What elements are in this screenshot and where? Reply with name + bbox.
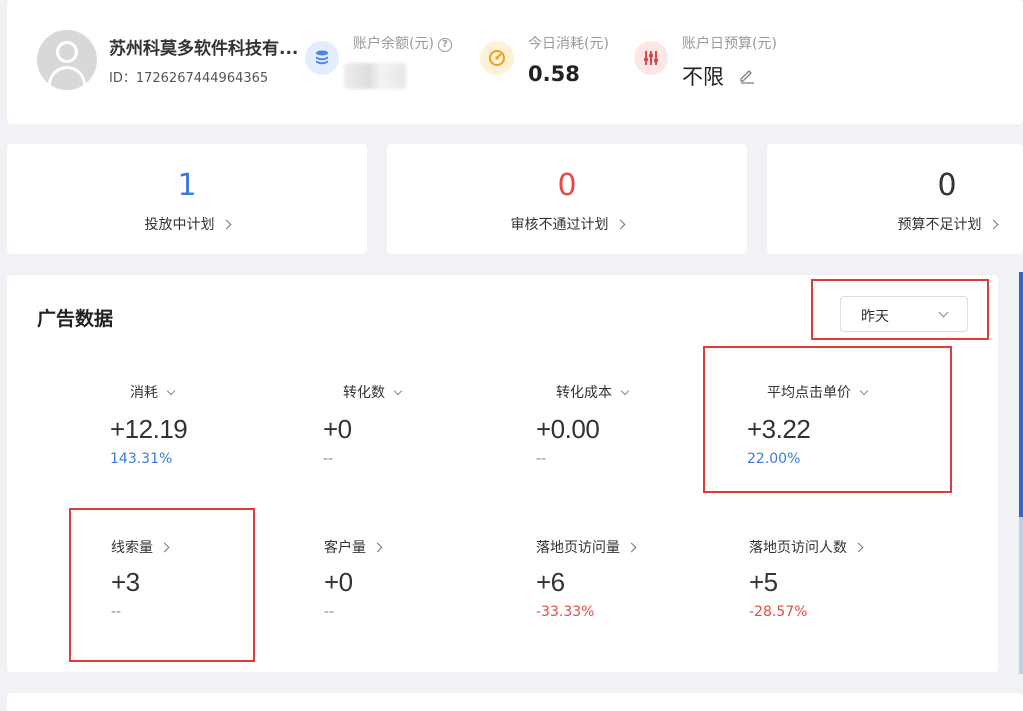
metric-spend[interactable]: 消耗 +12.19 143.31% — [110, 382, 300, 467]
chevron-right-icon — [853, 542, 864, 553]
active-plan-count: 1 — [177, 168, 197, 203]
scroll-indicator — [1019, 272, 1023, 517]
metric-change: -28.57% — [749, 604, 808, 620]
active-plan-label: 投放中计划 — [144, 217, 215, 233]
metric-change: -- — [323, 451, 334, 467]
summary-card-active[interactable]: 1 投放中计划 — [7, 144, 367, 254]
help-icon[interactable]: ? — [437, 38, 452, 52]
budget-plan-count: 0 — [937, 168, 957, 203]
metric-label: 转化成本 — [556, 385, 612, 401]
rejected-plan-label: 审核不通过计划 — [510, 217, 609, 233]
metric-change: -- — [324, 604, 335, 620]
chevron-down-icon — [166, 386, 176, 396]
metric-change: -- — [536, 451, 547, 467]
metric-value: +12.19 — [110, 414, 188, 444]
daily-budget-value: 不限 — [682, 65, 724, 89]
metric-label: 客户量 — [324, 540, 366, 556]
metric-conversions[interactable]: 转化数 +0 -- — [323, 382, 513, 467]
database-icon — [305, 41, 339, 75]
gauge-icon — [480, 41, 514, 75]
rejected-plan-count: 0 — [557, 168, 577, 203]
metric-value: +0 — [324, 567, 353, 597]
chevron-down-icon — [393, 386, 403, 396]
budget-plan-label: 预算不足计划 — [897, 217, 982, 233]
account-id: ID：1726267444964365 — [109, 71, 269, 86]
chevron-right-icon — [988, 219, 998, 230]
metric-customers[interactable]: 客户量 +0 -- — [324, 537, 514, 620]
avatar — [37, 30, 97, 90]
highlight-box-avg-cpc — [703, 346, 952, 493]
highlight-box-leads — [69, 508, 255, 662]
chevron-right-icon — [372, 542, 383, 553]
chevron-right-icon — [615, 219, 625, 230]
user-icon — [56, 41, 78, 63]
metric-label: 落地页访问人数 — [749, 540, 847, 556]
highlight-box-period — [811, 279, 989, 340]
daily-budget-label: 账户日预算(元) — [682, 36, 777, 52]
bottom-card — [7, 693, 1023, 711]
metric-landing-visitors[interactable]: 落地页访问人数 +5 -28.57% — [749, 537, 939, 620]
metric-change: -33.33% — [536, 604, 595, 620]
metric-value: +6 — [536, 567, 565, 597]
metric-value: +0 — [323, 414, 352, 444]
summary-card-rejected[interactable]: 0 审核不通过计划 — [387, 144, 747, 254]
today-spend-value: 0.58 — [528, 62, 580, 86]
company-name: 苏州科莫多软件科技有... — [109, 39, 299, 59]
chevron-right-icon — [626, 542, 637, 553]
metric-value: +5 — [749, 567, 778, 597]
balance-value-hidden — [344, 63, 406, 89]
metric-label: 落地页访问量 — [536, 540, 620, 556]
summary-card-budget[interactable]: 0 预算不足计划 — [767, 144, 1023, 254]
metric-label: 转化数 — [343, 385, 385, 401]
metric-change: 143.31% — [110, 451, 173, 467]
edit-icon[interactable] — [738, 66, 756, 88]
today-spend-label: 今日消耗(元) — [528, 36, 609, 52]
sliders-icon — [634, 41, 668, 75]
ad-data-title: 广告数据 — [37, 308, 114, 330]
account-header: 苏州科莫多软件科技有... ID：1726267444964365 账户余额(元… — [7, 0, 1023, 124]
balance-label: 账户余额(元)? — [353, 33, 452, 53]
metric-landing-visits[interactable]: 落地页访问量 +6 -33.33% — [536, 537, 726, 620]
chevron-right-icon — [221, 219, 231, 230]
metric-conversion-cost[interactable]: 转化成本 +0.00 -- — [536, 382, 726, 467]
metric-value: +0.00 — [536, 414, 600, 444]
metric-label: 消耗 — [130, 385, 158, 401]
chevron-down-icon — [620, 386, 630, 396]
